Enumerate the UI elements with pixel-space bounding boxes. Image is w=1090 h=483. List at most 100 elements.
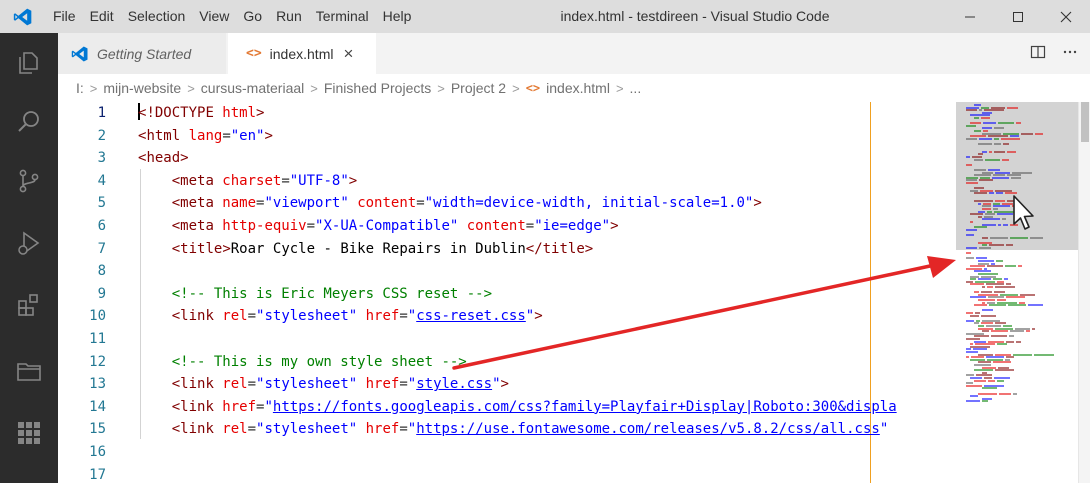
code-link[interactable]: https://fonts.googleapis.com/css?family=… bbox=[273, 399, 897, 415]
code-link[interactable]: https://use.fontawesome.com/releases/v5.… bbox=[416, 421, 880, 437]
minimap-code-mark bbox=[994, 137, 999, 140]
minimap-code-mark bbox=[991, 335, 1007, 338]
apps-grid-icon[interactable] bbox=[9, 413, 49, 453]
code-line: <link rel="stylesheet" href="https://use… bbox=[171, 421, 889, 438]
minimap-code-mark bbox=[1001, 137, 1020, 140]
breadcrumb-folder[interactable]: Project 2 bbox=[451, 80, 506, 96]
code-line: <!-- This is my own style sheet --> bbox=[171, 353, 467, 370]
minimap-code-mark bbox=[988, 379, 995, 382]
breadcrumb-folder[interactable]: Finished Projects bbox=[324, 80, 431, 96]
code-line: <meta charset="UTF-8"> bbox=[171, 172, 358, 189]
minimap-code-mark bbox=[1006, 296, 1025, 299]
tab-getting-started[interactable]: Getting Started bbox=[58, 33, 227, 74]
tab-index-html[interactable]: <> index.html × bbox=[228, 33, 376, 74]
minimap-code-mark bbox=[966, 109, 977, 112]
explorer-icon[interactable] bbox=[9, 43, 49, 83]
minimap-code-mark bbox=[995, 286, 1015, 288]
menu-terminal[interactable]: Terminal bbox=[309, 0, 376, 33]
minimap-code-mark bbox=[1032, 327, 1035, 330]
search-icon[interactable] bbox=[9, 102, 49, 142]
breadcrumb: I: > mijn-website > cursus-materiaal > F… bbox=[58, 74, 1090, 102]
minimap-code-mark bbox=[998, 223, 1001, 226]
menu-go[interactable]: Go bbox=[236, 0, 269, 33]
html-file-icon: <> bbox=[246, 46, 262, 61]
minimap-code-mark bbox=[993, 361, 1011, 364]
minimap-code-mark bbox=[979, 179, 993, 182]
minimap-code-mark bbox=[982, 286, 985, 288]
more-actions-icon[interactable] bbox=[1062, 44, 1078, 63]
minimap-code-mark bbox=[974, 304, 987, 307]
menu-help[interactable]: Help bbox=[376, 0, 419, 33]
minimap-code-mark bbox=[982, 309, 993, 312]
minimap-code-mark bbox=[1013, 353, 1032, 356]
menu-edit[interactable]: Edit bbox=[83, 0, 121, 33]
minimap-code-mark bbox=[989, 192, 994, 195]
minimap-code-mark bbox=[991, 330, 1008, 333]
tab-label: Getting Started bbox=[97, 45, 192, 62]
minimap-code-mark bbox=[982, 400, 988, 403]
chevron-right-icon: > bbox=[512, 80, 520, 96]
minimap-code-mark bbox=[997, 343, 1007, 346]
html-file-icon: <> bbox=[525, 81, 541, 95]
close-window-button[interactable] bbox=[1042, 0, 1090, 33]
minimap-code-mark bbox=[966, 234, 974, 236]
line-number: 7 bbox=[97, 240, 106, 257]
breadcrumb-folder[interactable]: cursus-materiaal bbox=[201, 80, 304, 96]
minimap-code-mark bbox=[979, 247, 991, 249]
breadcrumb-drive[interactable]: I: bbox=[76, 80, 84, 96]
scrollbar-thumb[interactable] bbox=[1081, 102, 1089, 142]
code-line: <link rel="stylesheet" href="css-reset.c… bbox=[171, 308, 543, 325]
line-number: 11 bbox=[89, 330, 106, 347]
minimap-code-mark bbox=[966, 228, 977, 231]
minimap-code-mark bbox=[992, 176, 1009, 179]
minimap-code-mark bbox=[1006, 340, 1014, 343]
vertical-scrollbar[interactable] bbox=[1078, 102, 1090, 483]
close-tab-icon[interactable]: × bbox=[343, 44, 353, 64]
run-debug-icon[interactable] bbox=[9, 223, 49, 263]
minimap[interactable] bbox=[956, 102, 1078, 483]
code-link[interactable]: style.css bbox=[416, 376, 492, 392]
minimap-code-mark bbox=[1003, 143, 1009, 145]
minimap-code-mark bbox=[1010, 236, 1028, 239]
extensions-icon[interactable] bbox=[9, 285, 49, 325]
line-number: 15 bbox=[89, 421, 106, 438]
code-editor[interactable]: 1 2 3 4 5 6 7 8 9 10 11 12 13 14 15 16 1… bbox=[58, 102, 956, 483]
minimap-code-mark bbox=[1013, 392, 1017, 395]
chevron-right-icon: > bbox=[89, 80, 98, 96]
breadcrumb-folder[interactable]: mijn-website bbox=[103, 80, 181, 96]
split-editor-icon[interactable] bbox=[1030, 44, 1046, 63]
minimize-button[interactable] bbox=[946, 0, 994, 33]
code-link[interactable]: css-reset.css bbox=[416, 308, 526, 324]
minimap-code-mark bbox=[985, 158, 1000, 161]
menu-selection[interactable]: Selection bbox=[121, 0, 193, 33]
line-number: 16 bbox=[89, 443, 106, 460]
window-controls bbox=[946, 0, 1090, 33]
minimap-code-mark bbox=[966, 137, 977, 140]
line-number: 1 bbox=[97, 105, 106, 121]
breadcrumb-file[interactable]: index.html bbox=[546, 80, 610, 96]
code-line: <!-- This is Eric Meyers CSS reset --> bbox=[171, 285, 493, 302]
minimap-code-mark bbox=[998, 122, 1014, 125]
close-icon bbox=[1060, 11, 1072, 22]
menu-file[interactable]: File bbox=[46, 0, 83, 33]
minimap-code-mark bbox=[966, 182, 978, 184]
menu-run[interactable]: Run bbox=[269, 0, 309, 33]
line-number: 14 bbox=[89, 398, 106, 415]
minimap-code-mark bbox=[989, 150, 992, 153]
line-number: 6 bbox=[97, 217, 106, 234]
maximize-button[interactable] bbox=[994, 0, 1042, 33]
minimap-code-mark bbox=[966, 163, 972, 166]
breadcrumb-symbol[interactable]: ... bbox=[630, 80, 642, 96]
minimap-code-mark bbox=[996, 260, 1003, 262]
tab-bar: Getting Started <> index.html × bbox=[58, 33, 1090, 74]
minimap-code-mark bbox=[983, 122, 996, 125]
source-control-icon[interactable] bbox=[9, 161, 49, 201]
code-line: <meta name="viewport" content="width=dev… bbox=[171, 195, 762, 212]
chevron-right-icon: > bbox=[187, 80, 195, 96]
menu-view[interactable]: View bbox=[192, 0, 236, 33]
minimap-code-mark bbox=[966, 252, 971, 255]
minimap-code-mark bbox=[995, 369, 1014, 372]
folder-icon[interactable] bbox=[9, 351, 49, 391]
chevron-right-icon: > bbox=[437, 80, 445, 96]
